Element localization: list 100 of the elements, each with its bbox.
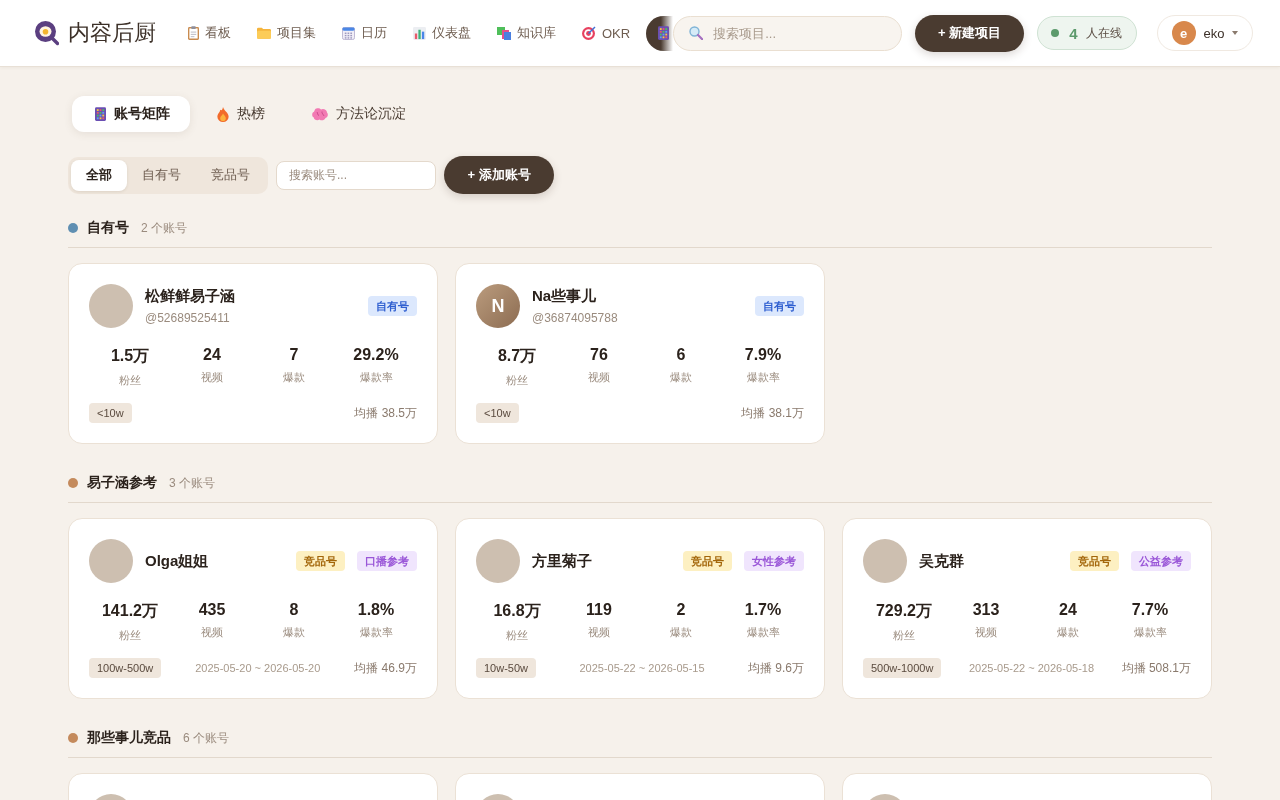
category-tag: 口播参考	[357, 551, 417, 571]
stat-label: 爆款率	[746, 625, 780, 640]
stat-label: 视频	[201, 370, 223, 385]
account-type-tag: 竞品号	[683, 551, 732, 571]
stat-label: 粉丝	[119, 628, 141, 643]
stat-value: 313	[972, 601, 1000, 619]
average-views: 均播 46.9万	[354, 659, 417, 677]
account-name: Na些事儿	[532, 287, 598, 306]
stat-value: 6	[676, 346, 686, 364]
filter-segment[interactable]: 全部	[71, 159, 127, 191]
tab[interactable]: 热榜	[194, 96, 285, 132]
stat-label: 视频	[975, 625, 997, 640]
account-name: 松鲜鲜易子涵	[145, 287, 235, 306]
stat-label: 爆款率	[1133, 625, 1167, 640]
stat-label: 爆款	[283, 370, 305, 385]
stat-value: 119	[586, 601, 612, 619]
stat-value: 7.7%	[1131, 601, 1169, 619]
date-range: 2025-05-22 ~ 2026-05-15	[579, 662, 705, 674]
account-type-tag: 竞品号	[1070, 551, 1119, 571]
online-label: 人在线	[1085, 24, 1122, 42]
account-type-tag: 自有号	[368, 296, 417, 316]
search-icon	[689, 26, 704, 40]
abacus-icon	[95, 107, 106, 121]
account-type-tag: 自有号	[755, 296, 804, 316]
filter-segment[interactable]: 自有号	[127, 159, 196, 191]
section-count: 3 个账号	[169, 474, 215, 492]
stat-value: 16.8万	[493, 601, 541, 621]
tab[interactable]: 账号矩阵	[72, 96, 190, 132]
stat-value: 435	[198, 601, 226, 619]
account-search-field[interactable]: 搜索账号...	[276, 160, 436, 190]
follower-range-tag: <10w	[476, 403, 519, 423]
nav-item[interactable]: OKR	[572, 15, 641, 51]
stat-label: 爆款率	[359, 625, 393, 640]
stat-label: 爆款率	[746, 370, 780, 385]
app-title: 内容后厨	[68, 19, 156, 47]
user-menu-button[interactable]: e eko	[1156, 15, 1254, 51]
account-type-tag: 竞品号	[296, 551, 345, 571]
stat-value: 1.8%	[357, 601, 395, 619]
search-field[interactable]: 搜索项目...	[673, 15, 903, 51]
stat-value: 2	[676, 601, 686, 619]
account-card[interactable]: 方里菊子 竞品号 女性参考 16.8万 粉丝 119 视频 2 爆款 1.7% 爆款率 10w-50w 2025-05-22 ~ 2026-05-15 均播 9.6万	[455, 518, 825, 699]
stat-label: 爆款	[1057, 625, 1079, 640]
account-handle: @36874095788	[532, 311, 618, 325]
nav-item[interactable]: 项目集	[247, 15, 326, 51]
account-name: 方里菊子	[532, 551, 592, 571]
stat-value: 24	[1059, 601, 1077, 619]
stat-label: 视频	[588, 370, 610, 385]
stat-label: 粉丝	[119, 373, 141, 388]
stat-value: 24	[203, 346, 221, 364]
category-tag: 公益参考	[1131, 551, 1191, 571]
stat-value: 729.2万	[875, 601, 932, 621]
target-icon	[582, 26, 596, 40]
average-views: 均播 38.1万	[741, 404, 804, 422]
stat-label: 粉丝	[506, 628, 528, 643]
account-card[interactable]: 松鲜鲜易子涵 @52689525411 自有号 1.5万 粉丝 24 视频 7 爆款 29.2% 爆款率 <10w 均播 38.5万	[68, 263, 438, 444]
account-name: Olga姐姐	[145, 551, 209, 571]
stat-label: 爆款	[670, 370, 692, 385]
filter-segment[interactable]: 竞品号	[196, 159, 265, 191]
stat-label: 爆款率	[359, 370, 393, 385]
date-range: 2025-05-22 ~ 2026-05-18	[968, 662, 1095, 674]
account-card[interactable]: Olga姐姐 竞品号 口播参考 141.2万 粉丝 435 视频 8 爆款 1.8% 爆款率 100w-500w 2025-05-20 ~ 2026-05-20 均播 46.9万	[68, 518, 438, 699]
stat-value: 76	[590, 346, 608, 364]
clipboard-icon	[188, 26, 199, 40]
stat-value: 1.5万	[110, 346, 150, 366]
nav-item[interactable]: 知识库	[487, 15, 566, 51]
avatar-photo-placeholder	[89, 284, 133, 328]
stat-value: 8.7万	[497, 346, 537, 366]
online-dot-icon	[1051, 29, 1060, 37]
stat-value: 7	[289, 346, 299, 364]
user-avatar: e	[1171, 21, 1196, 45]
section-count: 2 个账号	[141, 219, 187, 237]
average-views: 均播 38.5万	[354, 404, 417, 422]
calendar-icon	[342, 26, 355, 40]
new-project-button[interactable]: + 新建项目	[915, 14, 1025, 52]
follower-range-tag: 500w-1000w	[863, 658, 942, 678]
bar-chart-icon	[413, 26, 426, 40]
abacus-icon	[658, 26, 670, 40]
stat-label: 爆款	[283, 625, 305, 640]
section-title: 自有号	[87, 219, 129, 237]
nav-item[interactable]: 仪表盘	[403, 15, 481, 51]
stat-label: 视频	[201, 625, 223, 640]
logo-icon	[35, 20, 59, 46]
tab[interactable]: 方法论沉淀	[289, 96, 426, 132]
account-card[interactable]: N Na些事儿 @36874095788 自有号 8.7万 粉丝 76 视频 6 爆款 7.9% 爆款率 <10w 均播 38.1万	[455, 263, 825, 444]
average-views: 均播 9.6万	[748, 659, 804, 677]
nav-item[interactable]	[646, 15, 674, 51]
section-count: 6 个账号	[183, 729, 229, 747]
nav-item[interactable]: 看板	[178, 15, 241, 51]
stat-value: 8	[289, 601, 299, 619]
account-name: 吴克群	[919, 551, 964, 571]
nav-item[interactable]: 日历	[332, 15, 397, 51]
folder-icon	[257, 27, 271, 39]
follower-range-tag: <10w	[89, 403, 132, 423]
avatar-photo-placeholder	[476, 539, 520, 583]
add-account-button[interactable]: + 添加账号	[444, 156, 554, 194]
stat-label: 粉丝	[893, 628, 915, 643]
brain-icon	[312, 107, 328, 121]
account-card[interactable]: 吴克群 竞品号 公益参考 729.2万 粉丝 313 视频 24 爆款 7.7% 爆款率 500w-1000w 2025-05-22 ~ 2026-05-18 均播 508.1万	[842, 518, 1212, 699]
average-views: 均播 508.1万	[1121, 659, 1191, 677]
stat-value: 7.9%	[744, 346, 782, 364]
